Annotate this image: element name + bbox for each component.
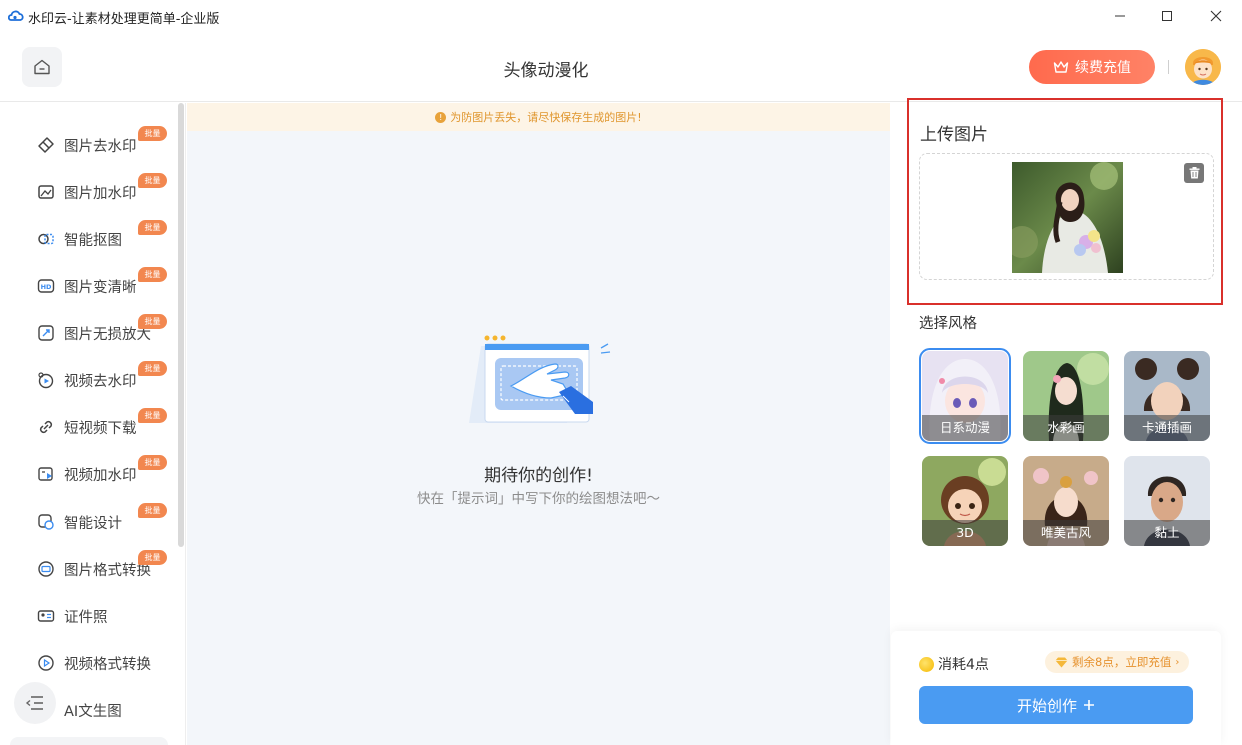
- save-notice: ! 为防图片丢失，请尽快保存生成的图片!: [187, 103, 890, 131]
- delete-image-button[interactable]: [1184, 163, 1204, 183]
- batch-badge: 批量: [138, 550, 167, 565]
- window-title: 水印云-让素材处理更简单-企业版: [28, 12, 220, 27]
- chevron-right-icon: ›: [1175, 656, 1180, 668]
- style-card-clay[interactable]: 黏土: [1124, 456, 1210, 546]
- remaining-points-label: 剩余8点，立即充值: [1072, 655, 1172, 669]
- header-divider: [1168, 60, 1169, 74]
- sidebar-item-label: 智能设计: [64, 515, 122, 532]
- video-add-icon: [36, 464, 56, 484]
- svg-text:HD: HD: [41, 283, 52, 291]
- cost-label: 消耗4点: [938, 657, 989, 673]
- maximize-icon: [1162, 11, 1172, 21]
- sidebar-item-label: 智能抠图: [64, 232, 122, 249]
- uploaded-photo: [1012, 162, 1123, 273]
- sidebar-bottom-item[interactable]: [10, 737, 168, 745]
- batch-badge: 批量: [138, 408, 167, 423]
- empty-state-title: 期待你的创作!: [484, 466, 593, 486]
- upload-dropzone[interactable]: [919, 153, 1214, 280]
- app-logo-icon: [8, 10, 24, 21]
- sidebar-item-label: 视频加水印: [64, 467, 137, 484]
- recharge-button[interactable]: 续费充值: [1029, 50, 1155, 84]
- batch-badge: 批量: [138, 503, 167, 518]
- sidebar-item-label: AI文生图: [64, 703, 122, 720]
- style-label: 黏土: [1124, 520, 1210, 546]
- settings-panel: 上传图片 选择风格 日系动漫 水彩画 卡通插画 3D 唯美古风 黏土 消耗4点 …: [891, 98, 1242, 745]
- video-eraser-icon: [36, 370, 56, 390]
- sidebar-item-label: 图片加水印: [64, 185, 137, 202]
- maximize-button[interactable]: [1155, 4, 1179, 28]
- style-label: 唯美古风: [1023, 520, 1109, 546]
- recharge-label: 续费充值: [1075, 60, 1131, 76]
- sidebar-item-label: 视频格式转换: [64, 656, 151, 673]
- start-create-button[interactable]: 开始创作: [919, 686, 1193, 724]
- cost-info: 消耗4点: [919, 654, 989, 674]
- sidebar-item-id-photo[interactable]: 证件照: [36, 601, 176, 631]
- sidebar-item-label: 证件照: [64, 609, 108, 626]
- eraser-icon: [36, 135, 56, 155]
- minimize-icon: [1115, 15, 1125, 17]
- batch-badge: 批量: [138, 173, 167, 188]
- style-label: 卡通插画: [1124, 415, 1210, 441]
- sidebar-item-label: 图片变清晰: [64, 279, 137, 296]
- style-card-cartoon-illustration[interactable]: 卡通插画: [1124, 351, 1210, 441]
- batch-badge: 批量: [138, 314, 167, 329]
- crown-icon: [1053, 61, 1069, 73]
- app-header: 头像动漫化 续费充值: [0, 32, 1242, 102]
- link-icon: [36, 417, 56, 437]
- title-bar: 水印云-让素材处理更简单-企业版: [0, 0, 1242, 32]
- user-avatar[interactable]: [1185, 49, 1221, 85]
- batch-badge: 批量: [138, 361, 167, 376]
- style-label: 水彩画: [1023, 415, 1109, 441]
- empty-state-illustration: [469, 335, 611, 423]
- trash-icon: [1189, 167, 1199, 179]
- style-card-watercolor[interactable]: 水彩画: [1023, 351, 1109, 441]
- sidebar-item-label: 图片去水印: [64, 138, 137, 155]
- page-title: 头像动漫化: [503, 61, 589, 81]
- close-icon: [1210, 10, 1222, 22]
- start-create-label: 开始创作: [1016, 696, 1077, 715]
- remaining-points-recharge-link[interactable]: 剩余8点，立即充值 ›: [1045, 651, 1190, 673]
- sidebar-collapse-button[interactable]: [14, 682, 56, 724]
- sidebar: 图片去水印 批量 图片加水印 批量 智能抠图 批量 HD 图片变清晰 批量 图片…: [0, 103, 186, 745]
- id-photo-icon: [36, 606, 56, 626]
- style-card-classical-beauty[interactable]: 唯美古风: [1023, 456, 1109, 546]
- hd-icon: HD: [36, 276, 56, 296]
- format-icon: [36, 559, 56, 579]
- image-add-icon: [36, 182, 56, 202]
- style-card-japanese-anime[interactable]: 日系动漫: [919, 348, 1011, 444]
- style-section-title: 选择风格: [919, 316, 977, 332]
- sidebar-item-label: 视频去水印: [64, 373, 137, 390]
- sidebar-scrollbar[interactable]: [178, 103, 184, 547]
- menu-icon: [25, 696, 43, 710]
- upload-section-title: 上传图片: [920, 125, 988, 145]
- notice-text: 为防图片丢失，请尽快保存生成的图片!: [450, 111, 642, 124]
- sidebar-item-label: 短视频下载: [64, 420, 137, 437]
- cutout-icon: [36, 229, 56, 249]
- action-panel: 消耗4点 剩余8点，立即充值 › 开始创作: [891, 631, 1221, 745]
- sidebar-item-video-format-convert[interactable]: 视频格式转换: [36, 648, 176, 678]
- style-card-3d[interactable]: 3D: [922, 456, 1008, 546]
- preview-area: ! 为防图片丢失，请尽快保存生成的图片! 期待你的创作! 快在「提示词」中写下你…: [187, 103, 890, 745]
- sidebar-item-ai-text-to-image[interactable]: AI文生图: [36, 695, 176, 725]
- close-button[interactable]: [1204, 4, 1228, 28]
- diamond-icon: [1055, 657, 1068, 667]
- avatar-illustration: [1185, 49, 1221, 85]
- batch-badge: 批量: [138, 126, 167, 141]
- minimize-button[interactable]: [1108, 4, 1132, 28]
- design-icon: [36, 512, 56, 532]
- coin-icon: [919, 656, 934, 672]
- batch-badge: 批量: [138, 267, 167, 282]
- style-label: 日系动漫: [922, 415, 1008, 441]
- plus-icon: [1084, 700, 1094, 710]
- batch-badge: 批量: [138, 220, 167, 235]
- empty-state-subtitle: 快在「提示词」中写下你的绘图想法吧～: [417, 491, 660, 507]
- batch-badge: 批量: [138, 455, 167, 470]
- info-icon: !: [435, 111, 447, 123]
- enlarge-icon: [36, 323, 56, 343]
- play-icon: [36, 653, 56, 673]
- style-label: 3D: [922, 520, 1008, 546]
